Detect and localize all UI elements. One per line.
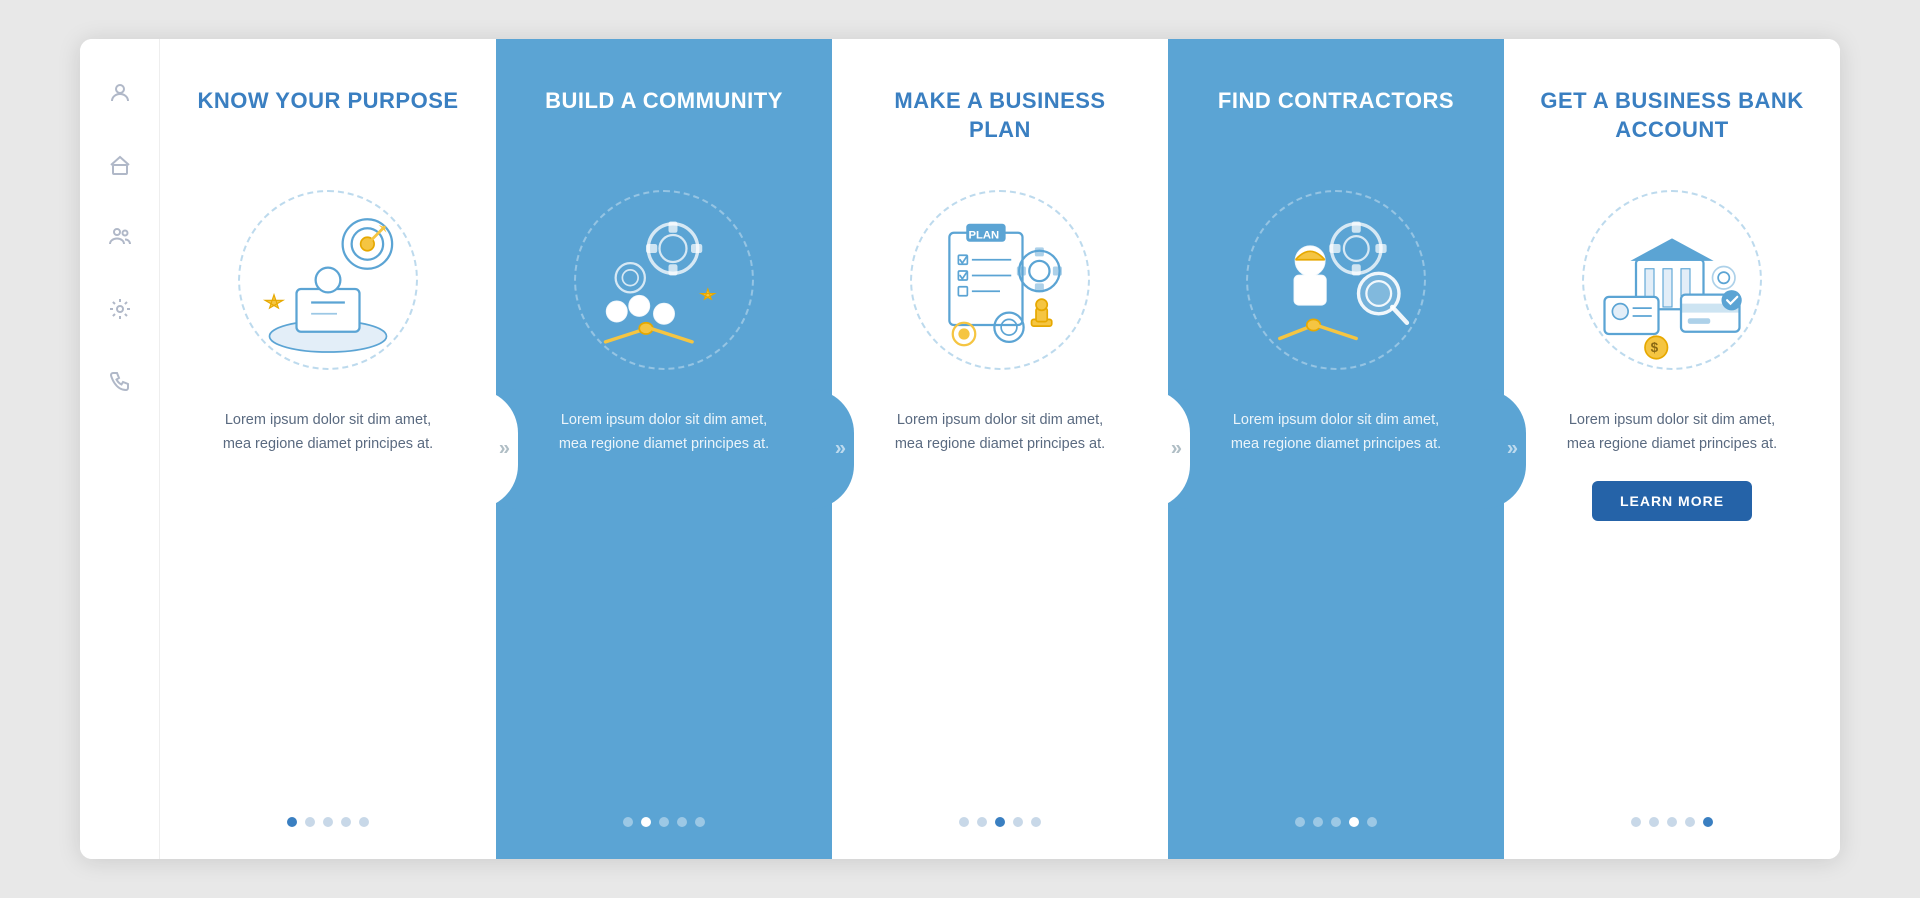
phone-icon[interactable]: [102, 363, 138, 399]
card-know-your-purpose: KNOW YOUR PURPOSE Lorem ipsum do: [160, 39, 496, 859]
dot-5[interactable]: [1703, 817, 1713, 827]
chevron-3: »: [1171, 438, 1182, 461]
card-4-text: Lorem ipsum dolor sit dim amet, mea regi…: [1226, 409, 1446, 457]
card-business-plan: MAKE A BUSINESS PLAN PLAN: [832, 39, 1168, 859]
card-2-illustration: [559, 175, 769, 385]
card-1-text: Lorem ipsum dolor sit dim amet, mea regi…: [218, 409, 438, 457]
dot-4[interactable]: [677, 817, 687, 827]
home-icon[interactable]: [102, 147, 138, 183]
dot-3[interactable]: [1667, 817, 1677, 827]
card-find-contractors: FIND CONTRACTORS: [1168, 39, 1504, 859]
card-4-title: FIND CONTRACTORS: [1218, 87, 1454, 151]
dot-1[interactable]: [959, 817, 969, 827]
main-container: KNOW YOUR PURPOSE Lorem ipsum do: [80, 39, 1840, 859]
card-3-illustration: PLAN: [895, 175, 1105, 385]
dot-2[interactable]: [305, 817, 315, 827]
dot-2[interactable]: [977, 817, 987, 827]
dot-4[interactable]: [1349, 817, 1359, 827]
chevron-4: »: [1507, 438, 1518, 461]
user-icon[interactable]: [102, 75, 138, 111]
card-1-illustration: [223, 175, 433, 385]
card-3-text: Lorem ipsum dolor sit dim amet, mea regi…: [890, 409, 1110, 457]
people-icon[interactable]: [102, 219, 138, 255]
dot-4[interactable]: [1685, 817, 1695, 827]
dot-5[interactable]: [695, 817, 705, 827]
card-5-illustration: $: [1567, 175, 1777, 385]
dot-3[interactable]: [659, 817, 669, 827]
card-1-dots: [287, 817, 369, 827]
cards-container: KNOW YOUR PURPOSE Lorem ipsum do: [160, 39, 1840, 859]
card-5-dots: [1631, 817, 1713, 827]
card-2-text: Lorem ipsum dolor sit dim amet, mea regi…: [554, 409, 774, 457]
chevron-1: »: [499, 438, 510, 461]
dot-4[interactable]: [1013, 817, 1023, 827]
dot-3[interactable]: [323, 817, 333, 827]
dot-5[interactable]: [1031, 817, 1041, 827]
dot-3[interactable]: [995, 817, 1005, 827]
card-bank-account: GET A BUSINESS BANK ACCOUNT: [1504, 39, 1840, 859]
card-2-title: BUILD A COMMUNITY: [545, 87, 783, 151]
dot-1[interactable]: [1295, 817, 1305, 827]
dot-3[interactable]: [1331, 817, 1341, 827]
card-build-community: BUILD A COMMUNITY: [496, 39, 832, 859]
dot-5[interactable]: [359, 817, 369, 827]
dot-4[interactable]: [341, 817, 351, 827]
card-1-title: KNOW YOUR PURPOSE: [197, 87, 458, 151]
card-5-title: GET A BUSINESS BANK ACCOUNT: [1536, 87, 1808, 151]
card-3-dots: [959, 817, 1041, 827]
gear-icon[interactable]: [102, 291, 138, 327]
learn-more-button[interactable]: LEARN MORE: [1592, 481, 1752, 521]
dot-2[interactable]: [641, 817, 651, 827]
card-5-text: Lorem ipsum dolor sit dim amet, mea regi…: [1562, 409, 1782, 457]
dot-1[interactable]: [623, 817, 633, 827]
card-3-title: MAKE A BUSINESS PLAN: [864, 87, 1136, 151]
dot-2[interactable]: [1649, 817, 1659, 827]
dot-5[interactable]: [1367, 817, 1377, 827]
dot-1[interactable]: [1631, 817, 1641, 827]
card-4-illustration: [1231, 175, 1441, 385]
dot-1[interactable]: [287, 817, 297, 827]
dot-2[interactable]: [1313, 817, 1323, 827]
chevron-2: »: [835, 438, 846, 461]
card-2-dots: [623, 817, 705, 827]
card-4-dots: [1295, 817, 1377, 827]
sidebar: [80, 39, 160, 859]
